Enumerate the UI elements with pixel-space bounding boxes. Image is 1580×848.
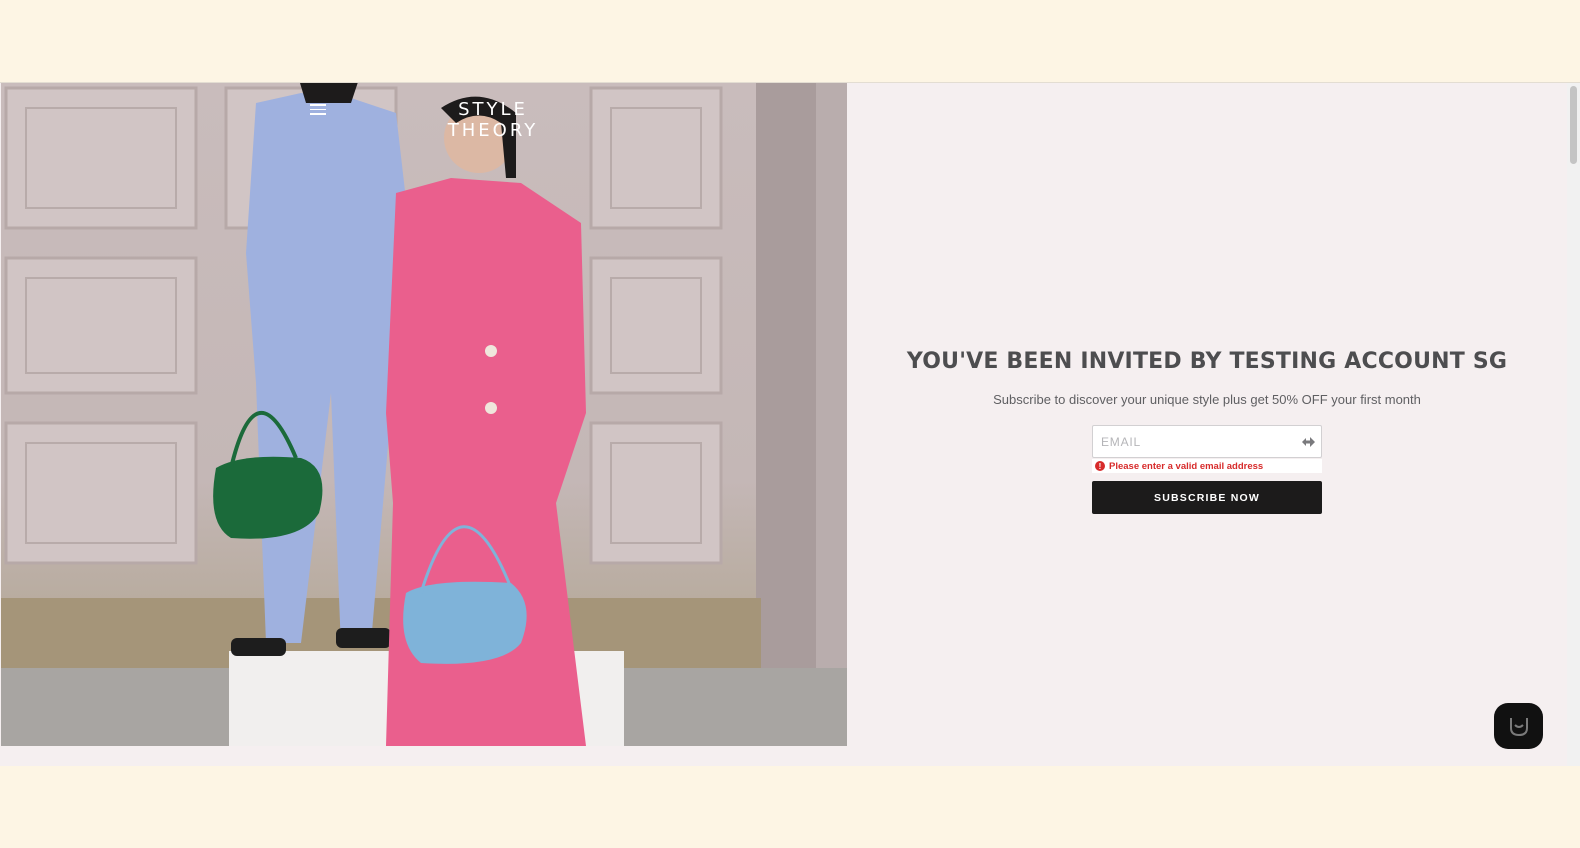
chat-smile-icon: [1509, 718, 1528, 737]
menu-line: [310, 104, 326, 106]
email-field-container: [1092, 425, 1322, 458]
brand-logo[interactable]: STYLE THEORY: [413, 99, 573, 141]
error-text: Please enter a valid email address: [1109, 460, 1264, 472]
email-error-message: ! Please enter a valid email address: [1092, 459, 1322, 473]
menu-line: [310, 108, 326, 110]
scrollbar[interactable]: [1567, 83, 1580, 766]
invite-panel: YOU'VE BEEN INVITED BY TESTING ACCOUNT S…: [847, 83, 1567, 766]
browser-viewport: STYLE THEORY YOU'VE BEEN INVITED BY TEST…: [0, 83, 1580, 766]
exclamation-circle-icon: !: [1095, 461, 1105, 471]
bottom-strip: [0, 746, 1567, 766]
menu-line: [310, 113, 326, 115]
hero-photo-illustration: [1, 83, 847, 746]
scroll-thumb[interactable]: [1570, 86, 1577, 164]
hero-image: STYLE THEORY: [1, 83, 847, 746]
invite-subtitle: Subscribe to discover your unique style …: [993, 392, 1421, 407]
subscribe-button[interactable]: SUBSCRIBE NOW: [1092, 481, 1322, 514]
email-field[interactable]: [1093, 426, 1293, 457]
arrow-submit-icon[interactable]: [1300, 434, 1316, 450]
invite-title: YOU'VE BEEN INVITED BY TESTING ACCOUNT S…: [906, 349, 1508, 374]
chat-button[interactable]: [1494, 703, 1543, 749]
hamburger-menu-icon[interactable]: [310, 104, 326, 116]
